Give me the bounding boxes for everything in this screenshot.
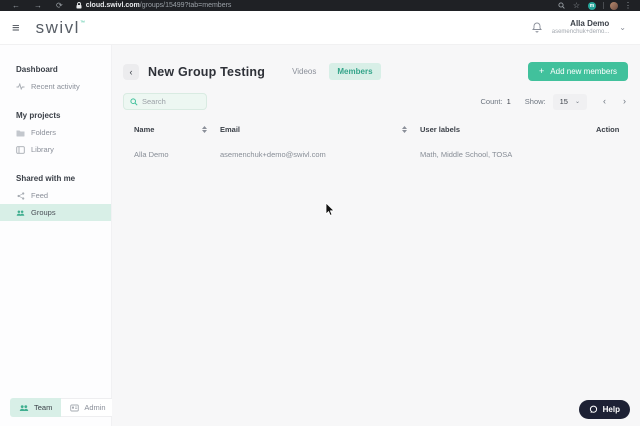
cell-user-labels: Math, Middle School, TOSA (420, 150, 513, 159)
column-header-action: Action (596, 125, 628, 134)
column-label: Email (220, 125, 241, 134)
column-header-email[interactable]: Email (220, 125, 420, 134)
hamburger-menu-icon[interactable]: ≡ (12, 21, 20, 34)
members-table: Name Email User labels Action Alla Demo … (123, 125, 628, 159)
logo-text: swivl (35, 17, 80, 37)
share-icon (16, 191, 25, 200)
sidebar-item-dashboard[interactable]: Dashboard (0, 61, 111, 78)
folder-icon (16, 129, 25, 137)
sidebar-item-recent-activity[interactable]: Recent activity (0, 78, 111, 95)
cell-name: Alla Demo (134, 150, 169, 159)
sort-icon[interactable] (202, 126, 207, 133)
sidebar-label: My projects (16, 111, 61, 120)
user-name: Alla Demo (570, 18, 610, 28)
browser-search-icon[interactable] (558, 2, 565, 9)
add-new-members-button[interactable]: + Add new members (528, 62, 628, 81)
trademark-symbol: ™ (79, 19, 85, 26)
sidebar-label: Groups (31, 208, 56, 217)
add-button-label: Add new members (550, 67, 617, 76)
column-header-name[interactable]: Name (134, 125, 220, 134)
sidebar: Dashboard Recent activity My projects Fo… (0, 45, 116, 426)
bookmark-star-icon[interactable]: ☆ (573, 0, 580, 11)
search-input[interactable] (142, 97, 200, 106)
previous-page-button[interactable]: ‹ (603, 97, 606, 106)
sidebar-label: Dashboard (16, 65, 58, 74)
sidebar-label: Recent activity (31, 82, 80, 91)
url-path: /groups/15499?tab=members (139, 2, 232, 9)
library-icon (16, 145, 25, 154)
column-label: Action (596, 125, 620, 134)
page-title: New Group Testing (148, 64, 266, 79)
extension-badge-icon[interactable]: m (588, 1, 596, 10)
column-label: User labels (420, 125, 461, 134)
column-label: Name (134, 125, 155, 134)
admin-label: Admin (84, 403, 106, 412)
browser-profile-avatar[interactable] (610, 1, 618, 10)
back-button[interactable]: ‹ (123, 63, 139, 80)
tabs: Videos Members (284, 63, 381, 80)
table-header-row: Name Email User labels Action (134, 125, 628, 134)
sort-icon[interactable] (402, 126, 407, 133)
cell-email: asemenchuk+demo@swivl.com (220, 150, 326, 159)
search-icon (130, 97, 138, 106)
column-header-user-labels: User labels (420, 125, 596, 134)
admin-button[interactable]: Admin (61, 398, 116, 417)
sidebar-item-groups[interactable]: Groups (0, 204, 111, 221)
sidebar-item-feed[interactable]: Feed (0, 187, 111, 204)
sidebar-footer: Team Admin (10, 398, 116, 417)
page-size-select[interactable]: 15 ⌄ (552, 93, 587, 110)
browser-bar: ← → ⟳ cloud.swivl.com/groups/15499?tab=m… (0, 0, 640, 11)
url-bar[interactable]: cloud.swivl.com/groups/15499?tab=members (86, 2, 232, 9)
chevron-down-icon: ⌄ (574, 99, 580, 105)
search-box[interactable] (123, 93, 207, 110)
cell-action (596, 134, 628, 159)
count-value: 1 (506, 97, 511, 106)
swivl-logo: swivl ™ (36, 18, 85, 38)
page-size-value: 15 (559, 97, 568, 106)
show-label: Show: (524, 97, 546, 106)
notifications-bell-icon[interactable] (531, 22, 542, 33)
plus-icon: + (539, 66, 545, 76)
activity-icon (16, 83, 25, 90)
sidebar-item-folders[interactable]: Folders (0, 124, 111, 141)
count-label: Count: (480, 97, 503, 106)
tab-videos[interactable]: Videos (284, 63, 324, 80)
help-label: Help (602, 405, 620, 414)
sidebar-item-my-projects[interactable]: My projects (0, 107, 111, 124)
app-header: ≡ swivl ™ Alla Demo asemenchuk+demo... ⌄ (0, 11, 640, 45)
url-domain: cloud.swivl.com (85, 2, 140, 9)
browser-back-icon[interactable]: ← (12, 0, 20, 11)
admin-card-icon (70, 404, 80, 412)
chat-bubble-icon (589, 405, 598, 414)
sidebar-label: Feed (31, 191, 49, 200)
help-button[interactable]: Help (578, 400, 630, 419)
team-label: Team (34, 403, 53, 412)
team-button[interactable]: Team (10, 398, 62, 417)
main-content: ‹ New Group Testing Videos Members + Add… (112, 45, 640, 426)
user-email: asemenchuk+demo... (551, 28, 610, 35)
pagination: ‹ › (603, 97, 626, 106)
table-row[interactable]: Alla Demo asemenchuk+demo@swivl.com Math… (134, 134, 628, 159)
controls-row: Count: 1 Show: 15 ⌄ ‹ › (123, 93, 628, 110)
title-row: ‹ New Group Testing Videos Members + Add… (123, 62, 628, 81)
screen: ← → ⟳ cloud.swivl.com/groups/15499?tab=m… (0, 0, 640, 426)
sidebar-item-shared-with-me[interactable]: Shared with me (0, 170, 111, 187)
people-icon (16, 209, 25, 217)
tab-members[interactable]: Members (329, 63, 381, 80)
team-people-icon (19, 404, 29, 412)
lock-icon (76, 2, 82, 9)
sidebar-label: Library (31, 145, 54, 154)
sidebar-label: Shared with me (16, 174, 76, 183)
divider (603, 2, 604, 9)
list-controls: Count: 1 Show: 15 ⌄ ‹ › (480, 93, 628, 110)
browser-forward-icon[interactable]: → (34, 0, 42, 11)
chevron-left-icon: ‹ (129, 66, 133, 77)
user-menu-chevron-icon[interactable]: ⌄ (619, 23, 626, 32)
sidebar-label: Folders (31, 128, 57, 137)
sidebar-item-library[interactable]: Library (0, 141, 111, 158)
user-menu[interactable]: Alla Demo asemenchuk+demo... (552, 19, 610, 37)
next-page-button[interactable]: › (623, 97, 626, 106)
browser-reload-icon[interactable]: ⟳ (56, 0, 63, 11)
browser-menu-icon[interactable]: ⋮ (624, 0, 632, 11)
